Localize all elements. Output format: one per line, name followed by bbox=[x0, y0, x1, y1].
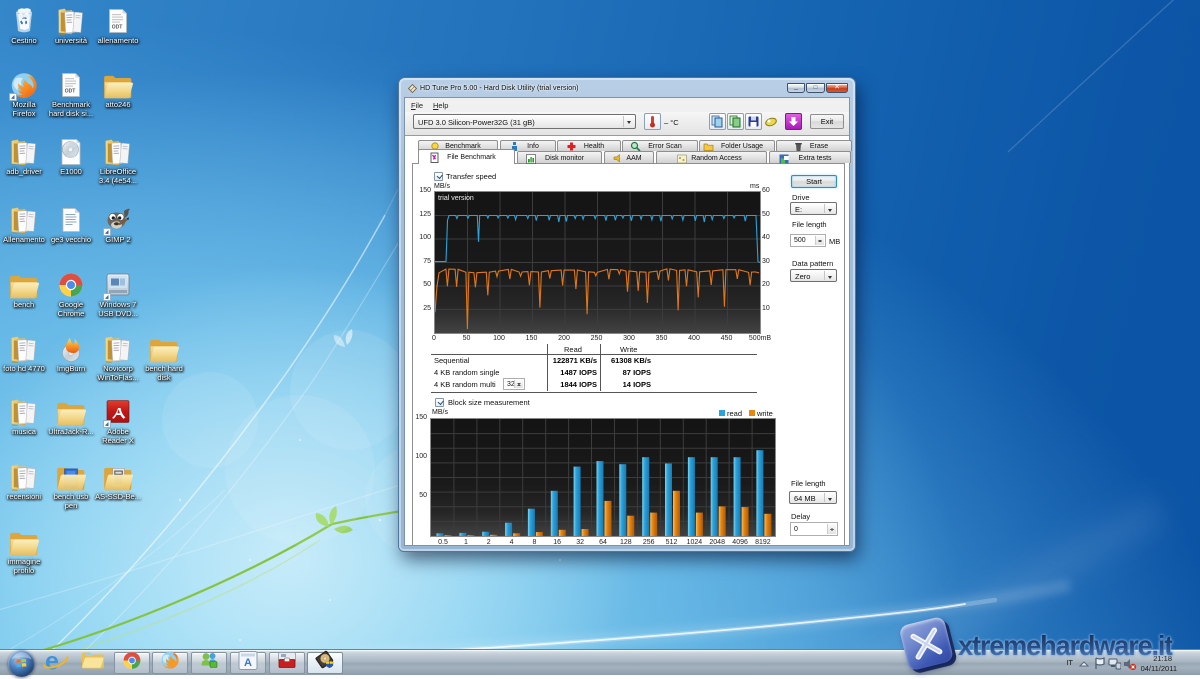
svg-text:e: e bbox=[45, 648, 59, 674]
svg-text:A: A bbox=[244, 657, 252, 669]
svg-text:ODT: ODT bbox=[112, 25, 123, 31]
svg-text:ODT: ODT bbox=[65, 89, 76, 95]
svg-text:trial version: trial version bbox=[438, 195, 474, 202]
